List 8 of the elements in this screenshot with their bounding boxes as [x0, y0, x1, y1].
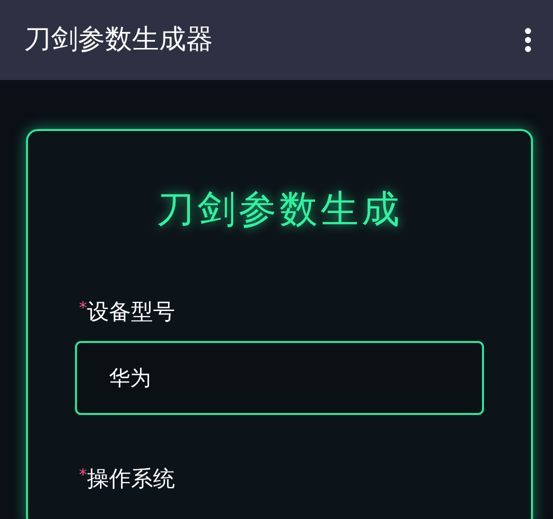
app-title: 刀剑参数生成器 [24, 22, 213, 57]
form-heading: 刀剑参数生成 [156, 186, 404, 233]
field-label: 操作系统 [87, 466, 175, 494]
required-mark: * [79, 464, 87, 486]
field-label: 设备型号 [87, 299, 175, 327]
input-field[interactable]: 华为 [75, 341, 484, 415]
menu-icon[interactable] [523, 27, 533, 53]
required-mark: * [79, 297, 87, 319]
